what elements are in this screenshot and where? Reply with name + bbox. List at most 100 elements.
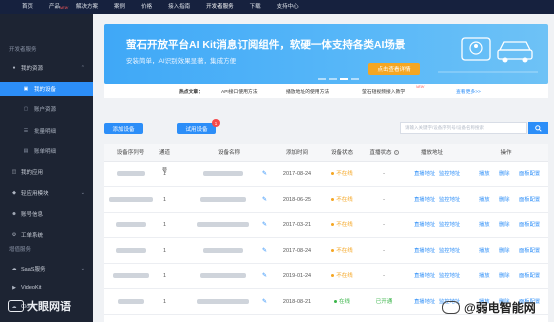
- redacted-name: [197, 222, 249, 228]
- cell-serial: [104, 162, 157, 187]
- resource-icon: ▢: [23, 106, 29, 112]
- hot-link-short-video[interactable]: 萤石短视频接入教学: [362, 88, 405, 95]
- search-input[interactable]: 请输入关键字/设备序列号/设备名称搜索: [400, 122, 527, 134]
- edit-icon[interactable]: ✎: [262, 264, 267, 289]
- play-link[interactable]: 播放: [479, 239, 490, 264]
- play-link[interactable]: 播放: [479, 213, 490, 238]
- carousel-dot[interactable]: [329, 78, 337, 80]
- live-url-link[interactable]: 直播地址: [414, 239, 435, 264]
- monitor-url-link[interactable]: 监控地址: [439, 188, 460, 213]
- sidebar-item-videokit[interactable]: ▶ VideoKit: [0, 281, 93, 295]
- monitor-url-link[interactable]: 监控地址: [439, 239, 460, 264]
- cell-name: [184, 239, 262, 264]
- status-text: 不在线: [336, 273, 353, 279]
- nav-download[interactable]: 下载: [242, 0, 269, 14]
- sidebar-item-my-devices[interactable]: ▣ 我的设备: [0, 82, 93, 96]
- status-text: 不在线: [336, 222, 353, 228]
- trial-device-button[interactable]: 试用设备: [177, 123, 216, 134]
- sidebar-item-saas[interactable]: ☁ SaaS服务 ⌄: [0, 262, 93, 276]
- add-device-button[interactable]: 添加设备: [104, 123, 143, 134]
- panel-config-link[interactable]: 面板配置: [519, 162, 540, 187]
- monitor-url-link[interactable]: 监控地址: [439, 162, 460, 187]
- col-name: 设备名称: [217, 150, 240, 156]
- cell-live: -: [383, 222, 385, 228]
- cell-serial: [104, 213, 157, 238]
- cell-live: -: [383, 247, 385, 254]
- panel-config-link[interactable]: 面板配置: [519, 264, 540, 289]
- edit-icon[interactable]: ✎: [262, 290, 267, 315]
- nav-products[interactable]: 产品 NEW: [41, 0, 68, 14]
- hot-link-play-url[interactable]: 播放地址的使用方法: [286, 88, 329, 95]
- nav-developer[interactable]: 开发者服务: [198, 0, 242, 14]
- search-icon: [534, 124, 542, 132]
- sidebar-item-batch-details[interactable]: ☰ 批量明细: [0, 124, 93, 138]
- nav-pricing[interactable]: 价格: [133, 0, 160, 14]
- play-link[interactable]: 播放: [479, 264, 490, 289]
- panel-config-link[interactable]: 面板配置: [519, 188, 540, 213]
- play-link[interactable]: 播放: [479, 162, 490, 187]
- edit-icon[interactable]: ✎: [262, 188, 267, 213]
- cell-live: -: [383, 196, 385, 203]
- nav-home[interactable]: 首页: [14, 0, 41, 14]
- live-url-link[interactable]: 直播地址: [414, 188, 435, 213]
- monitor-url-link[interactable]: 监控地址: [439, 213, 460, 238]
- notification-badge: 1: [212, 119, 220, 127]
- cell-status: 不在线: [322, 162, 362, 187]
- monitor-url-link[interactable]: 监控地址: [439, 264, 460, 289]
- sidebar-item-ticket[interactable]: ⚙ 工单系统: [0, 228, 93, 242]
- nav-cases[interactable]: 案例: [106, 0, 133, 14]
- sidebar-group-resources[interactable]: ● 我的资源 ⌃: [0, 61, 93, 75]
- cell-status: 不在线: [322, 264, 362, 289]
- sidebar-item-account-info[interactable]: ☻ 账号信息: [0, 207, 93, 221]
- hot-link-api[interactable]: API接口使用方法: [221, 88, 258, 95]
- delete-link[interactable]: 删除: [499, 188, 510, 213]
- redacted-name: [200, 196, 246, 202]
- panel-config-link[interactable]: 面板配置: [519, 239, 540, 264]
- promo-banner[interactable]: 萤石开放平台AI Kit消息订阅组件，软硬一体支持各类AI场景 安装简单，AI识…: [104, 24, 548, 84]
- watermark-left: 大眼网语: [8, 298, 71, 314]
- top-nav: 首页 产品 NEW 解决方案 案例 价格 接入指南 开发者服务 下载 支持中心: [0, 0, 307, 14]
- sidebar-section-dev: 开发者服务: [9, 47, 37, 53]
- search-button[interactable]: [528, 122, 548, 134]
- delete-link[interactable]: 删除: [499, 239, 510, 264]
- live-url-link[interactable]: 直播地址: [414, 213, 435, 238]
- play-link[interactable]: 播放: [479, 188, 490, 213]
- edit-icon[interactable]: ✎: [262, 213, 267, 238]
- delete-link[interactable]: 删除: [499, 162, 510, 187]
- sidebar-item-label: 我的设备: [34, 87, 57, 93]
- help-icon[interactable]: ?: [393, 150, 399, 156]
- more-articles-link[interactable]: 查看更多>>: [456, 88, 481, 95]
- chevron-down-icon: ⌄: [80, 266, 85, 272]
- carousel-dot[interactable]: [340, 78, 348, 80]
- sidebar-item-light-app[interactable]: ◆ 轻应用模块 ⌄: [0, 186, 93, 200]
- apps-icon: ◫: [11, 169, 17, 175]
- panel-config-link[interactable]: 面板配置: [519, 213, 540, 238]
- watermark-left-text: 大眼网语: [27, 301, 71, 313]
- cell-channel: 1: [162, 273, 167, 279]
- sidebar-item-bill-details[interactable]: ▤ 账单明细: [0, 144, 93, 158]
- live-url-link[interactable]: 直播地址: [414, 290, 435, 315]
- delete-link[interactable]: 删除: [499, 264, 510, 289]
- carousel-dot[interactable]: [318, 78, 326, 80]
- chevron-up-icon: ⌃: [80, 65, 85, 71]
- edit-icon[interactable]: ✎: [262, 239, 267, 264]
- carousel-dot[interactable]: [351, 78, 359, 80]
- live-url-link[interactable]: 直播地址: [414, 162, 435, 187]
- live-url-link[interactable]: 直播地址: [414, 264, 435, 289]
- sidebar-item-my-apps[interactable]: ◫ 我的应用: [0, 165, 93, 179]
- banner-cta-button[interactable]: 点击查看详情: [368, 63, 420, 75]
- redacted-name: [203, 247, 243, 253]
- cell-date: 2017-03-21: [282, 222, 312, 228]
- carousel-dots[interactable]: [318, 78, 359, 80]
- hot-articles-bar: 热点文章： API接口使用方法 播放地址的使用方法 萤石短视频接入教学 NEW …: [104, 84, 548, 98]
- nav-support[interactable]: 支持中心: [269, 0, 307, 14]
- table-row: 1 ✎ 2017-08-24 不在线 - 直播地址 监控地址 播放 删除 面板配置: [104, 239, 548, 264]
- sidebar-item-account-resources[interactable]: ▢ 账户资源: [0, 102, 93, 116]
- cell-name: [184, 213, 262, 238]
- status-text: 不在线: [336, 171, 353, 177]
- status-text: 不在线: [336, 196, 353, 203]
- edit-icon[interactable]: ✎: [262, 162, 267, 187]
- nav-guide[interactable]: 接入指南: [160, 0, 198, 14]
- nav-solutions[interactable]: 解决方案: [68, 0, 106, 14]
- delete-link[interactable]: 删除: [499, 213, 510, 238]
